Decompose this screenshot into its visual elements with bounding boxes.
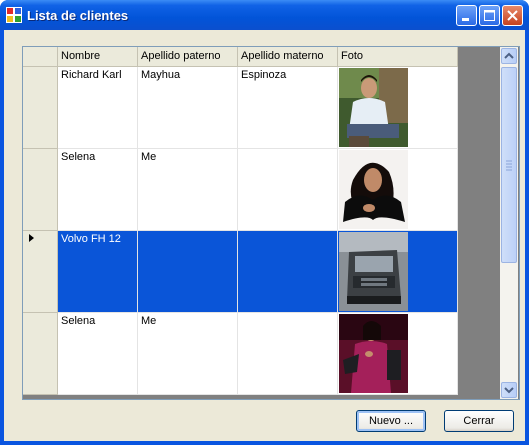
client-area: Nombre Apellido paterno Apellido materno… — [4, 30, 525, 441]
cell-apellido-paterno[interactable]: Me — [138, 149, 238, 231]
window-title: Lista de clientes — [27, 8, 129, 23]
minimize-icon — [462, 18, 469, 21]
maximize-button[interactable] — [479, 5, 500, 26]
column-header-apellido-materno[interactable]: Apellido materno — [238, 47, 338, 67]
scroll-down-button[interactable] — [501, 382, 517, 398]
cell-apellido-paterno[interactable]: Mayhua — [138, 67, 238, 149]
nuevo-button[interactable]: Nuevo ... — [356, 410, 426, 432]
column-header-foto[interactable]: Foto — [338, 47, 458, 67]
minimize-button[interactable] — [456, 5, 477, 26]
truck-photo — [339, 232, 408, 311]
cell-foto[interactable] — [338, 231, 458, 313]
person-photo — [339, 314, 408, 393]
cell-apellido-paterno[interactable] — [138, 231, 238, 313]
cell-nombre[interactable]: Selena — [58, 313, 138, 395]
cell-nombre[interactable]: Volvo FH 12 — [58, 231, 138, 313]
close-button[interactable] — [502, 5, 523, 26]
row-header[interactable] — [23, 149, 58, 231]
vertical-scrollbar[interactable] — [500, 47, 518, 399]
clients-grid[interactable]: Nombre Apellido paterno Apellido materno… — [22, 46, 520, 400]
chevron-up-icon — [504, 52, 514, 59]
row-header[interactable] — [23, 67, 58, 149]
main-window: Lista de clientes Nombre Apellido patern… — [0, 0, 529, 445]
cell-foto[interactable] — [338, 67, 458, 149]
title-bar[interactable]: Lista de clientes — [0, 0, 529, 30]
header-corner[interactable] — [23, 47, 58, 67]
column-header-apellido-paterno[interactable]: Apellido paterno — [138, 47, 238, 67]
cell-apellido-paterno[interactable]: Me — [138, 313, 238, 395]
cell-apellido-materno[interactable]: Espinoza — [238, 67, 338, 149]
row-pointer-icon — [29, 234, 34, 242]
chevron-down-icon — [504, 387, 514, 394]
cerrar-button-label: Cerrar — [463, 415, 495, 427]
person-photo — [339, 150, 408, 229]
cell-nombre[interactable]: Richard Karl — [58, 67, 138, 149]
maximize-icon — [484, 10, 495, 21]
column-header-nombre[interactable]: Nombre — [58, 47, 138, 67]
cell-foto[interactable] — [338, 313, 458, 395]
cell-apellido-materno[interactable] — [238, 313, 338, 395]
grip-icon — [506, 160, 512, 171]
cell-foto[interactable] — [338, 149, 458, 231]
scroll-thumb[interactable] — [501, 67, 517, 263]
cerrar-button[interactable]: Cerrar — [444, 410, 514, 432]
app-grid-icon — [6, 7, 22, 23]
cell-apellido-materno[interactable] — [238, 231, 338, 313]
cell-apellido-materno[interactable] — [238, 149, 338, 231]
row-header[interactable] — [23, 313, 58, 395]
nuevo-button-label: Nuevo ... — [368, 415, 414, 427]
close-icon — [507, 10, 518, 21]
row-header[interactable] — [23, 231, 58, 313]
cell-nombre[interactable]: Selena — [58, 149, 138, 231]
scroll-up-button[interactable] — [501, 48, 517, 64]
person-photo — [339, 68, 408, 147]
